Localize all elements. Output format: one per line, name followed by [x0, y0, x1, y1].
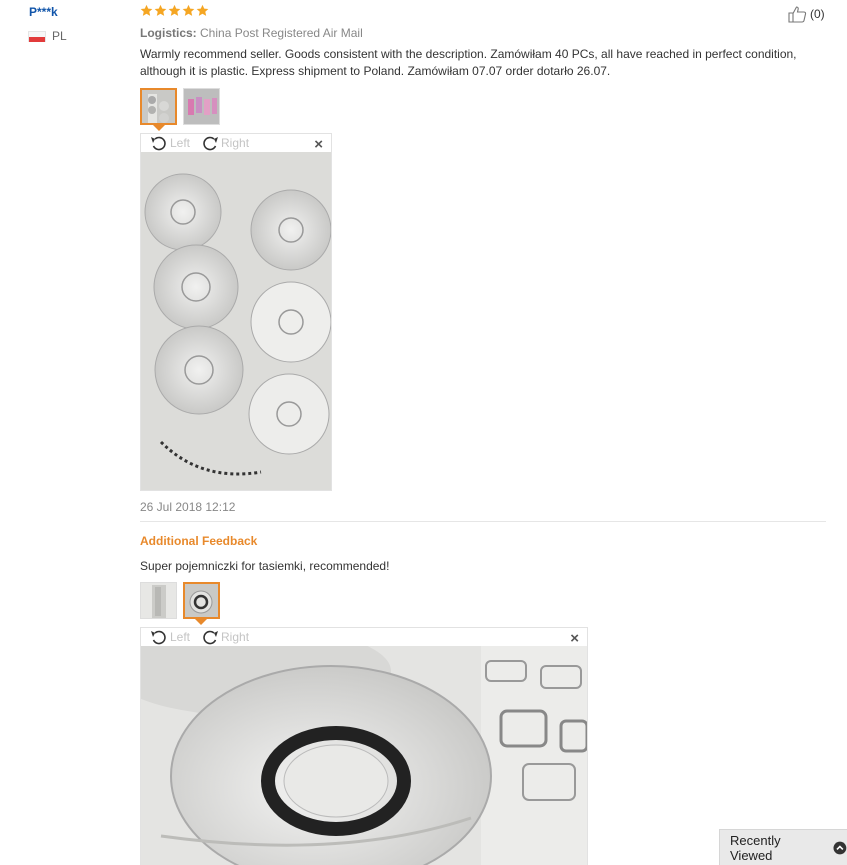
additional-feedback-heading: Additional Feedback	[140, 534, 258, 548]
photo-thumbnail[interactable]	[183, 88, 220, 125]
rotate-right-label: Right	[221, 630, 250, 644]
review-text: Warmly recommend seller. Goods consisten…	[140, 47, 797, 78]
recently-viewed-label: Recently Viewed	[730, 832, 781, 863]
active-thumbnail-caret	[195, 619, 207, 625]
star-icon	[168, 4, 181, 16]
close-icon[interactable]: ×	[570, 630, 579, 647]
rotate-right-icon	[203, 136, 219, 151]
review-timestamp: 26 Jul 2018 12:12	[140, 500, 236, 514]
photo-viewer: Left Right ×	[140, 133, 332, 491]
rotate-right-label: Right	[221, 136, 250, 150]
divider	[140, 521, 826, 522]
country-code: PL	[52, 29, 67, 43]
additional-photo-large	[141, 646, 587, 865]
photo-viewer-toolbar: Left Right ×	[141, 628, 587, 647]
buyer-name[interactable]: P***k	[29, 5, 58, 19]
buyer-country: PL	[28, 29, 67, 43]
photo-viewer: Left Right ×	[140, 627, 588, 865]
rotate-left-button[interactable]: Left	[149, 135, 190, 151]
star-rating	[140, 4, 209, 17]
star-icon	[140, 4, 153, 16]
recently-viewed-button[interactable]: Recently Viewed	[719, 829, 847, 865]
rotate-left-label: Left	[170, 136, 191, 150]
photo-viewer-toolbar: Left Right ×	[141, 134, 331, 153]
helpful-button[interactable]: (0)	[788, 5, 825, 23]
thumbs-up-icon	[788, 6, 807, 23]
additional-photo-thumbnails	[140, 582, 220, 619]
rotate-left-button[interactable]: Left	[149, 629, 190, 645]
review-photo-thumbnails	[140, 88, 220, 125]
poland-flag-icon	[28, 30, 46, 42]
rotate-left-icon	[151, 630, 166, 645]
rotate-right-button[interactable]: Right	[200, 629, 249, 645]
logistics-label: Logistics:	[140, 26, 197, 40]
active-thumbnail-caret	[153, 125, 165, 131]
logistics-info: Logistics: China Post Registered Air Mai…	[140, 26, 363, 40]
photo-thumbnail[interactable]	[140, 88, 177, 125]
review-photo-large	[141, 152, 331, 490]
star-icon	[182, 4, 195, 16]
close-icon[interactable]: ×	[314, 136, 323, 153]
photo-thumbnail[interactable]	[140, 582, 177, 619]
rotate-right-button[interactable]: Right	[200, 135, 249, 151]
rotate-left-label: Left	[170, 630, 191, 644]
star-icon	[196, 4, 209, 16]
logistics-value: China Post Registered Air Mail	[200, 26, 363, 40]
star-icon	[154, 4, 167, 16]
photo-thumbnail[interactable]	[183, 582, 220, 619]
chevron-up-icon	[833, 841, 847, 854]
rotate-left-icon	[151, 136, 166, 151]
rotate-right-icon	[203, 630, 219, 645]
additional-feedback-text: Super pojemniczki for tasiemki, recommen…	[140, 559, 390, 573]
helpful-count: (0)	[810, 7, 825, 21]
